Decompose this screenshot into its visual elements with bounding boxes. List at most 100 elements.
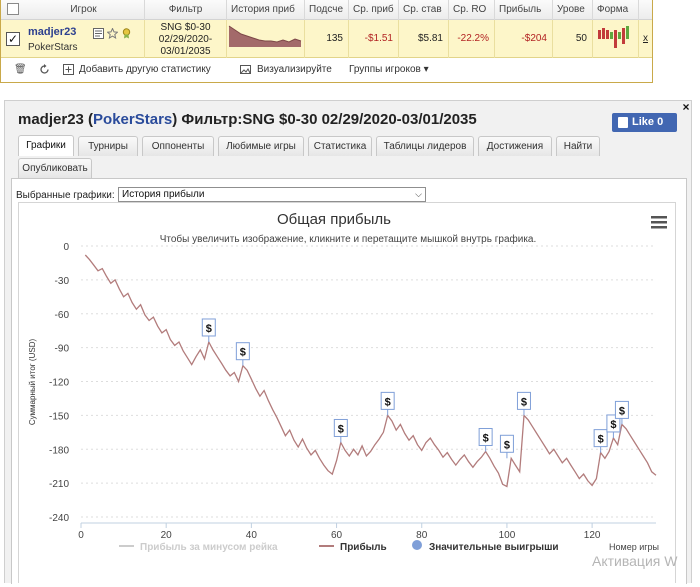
tab-achievements[interactable]: Достижения — [478, 136, 552, 156]
form-bars — [598, 26, 629, 48]
y-tick-label: -30 — [55, 276, 70, 287]
big-win-flag: $ — [235, 342, 250, 366]
x-tick-label: 20 — [161, 530, 173, 541]
x-tick-label: 0 — [78, 530, 84, 541]
title-site-link[interactable]: PokerStars — [93, 111, 172, 128]
y-tick-label: -60 — [55, 310, 70, 321]
avg-stake-value: $5.81 — [399, 20, 449, 58]
level-value: 50 — [553, 20, 593, 58]
y-tick-label: -150 — [49, 411, 69, 422]
count-value: 135 — [305, 20, 349, 58]
big-win-flag: $ — [201, 318, 216, 342]
select-all-checkbox[interactable] — [7, 3, 19, 15]
title-filter: ) Фильтр:SNG $0-30 02/29/2020-03/01/2035 — [172, 111, 477, 128]
player-cell: madjer23 PokerStars — [23, 20, 145, 58]
profit-chart[interactable]: Общая прибыль Чтобы увеличить изображени… — [18, 202, 676, 583]
y-tick-label: -90 — [55, 344, 70, 355]
star-icon[interactable] — [107, 28, 118, 39]
table-toolbar: 🗑 Добавить другую статистику Визуализиру… — [1, 59, 652, 81]
col-form[interactable]: Форма — [593, 0, 639, 20]
tab-statistics[interactable]: Статистика — [308, 136, 372, 156]
visualize-link[interactable]: Визуализируйте — [257, 64, 332, 75]
x-tick-label: 40 — [246, 530, 258, 541]
y-tick-label: 0 — [63, 242, 69, 253]
tab-charts[interactable]: Графики — [18, 135, 74, 156]
col-profit-history[interactable]: История приб — [227, 0, 305, 20]
profit-history-cell — [227, 20, 305, 58]
tab-search[interactable]: Найти — [556, 136, 600, 156]
big-win-flag-label: $ — [206, 323, 212, 335]
row-checkbox[interactable]: ✓ — [6, 32, 20, 46]
big-win-markers: $$$$$$$$$$ — [201, 318, 629, 459]
col-level[interactable]: Урове — [553, 0, 593, 20]
legend-profit[interactable]: Прибыль — [340, 541, 387, 553]
big-win-flag-label: $ — [598, 434, 604, 446]
chart-menu-icon[interactable] — [651, 216, 667, 229]
filter-line: 02/29/2020- — [158, 34, 213, 45]
legend-bigwins[interactable]: Значительные выигрыши — [429, 542, 559, 553]
chart-select[interactable]: История прибыли ⌵ — [118, 187, 426, 202]
col-count[interactable]: Подсче — [305, 0, 349, 20]
close-icon[interactable]: × — [681, 101, 691, 113]
y-tick-label: -240 — [49, 513, 69, 524]
big-win-flag: $ — [516, 391, 531, 416]
x-tick-label: 100 — [499, 530, 516, 541]
big-win-flag-label: $ — [385, 396, 391, 408]
big-win-flag-label: $ — [483, 433, 489, 445]
chart-svg[interactable]: Общая прибыль Чтобы увеличить изображени… — [19, 203, 677, 584]
axes: 0 -30 -60 -90 -120 -150 -180 -210 -240 0 20 40 60 80 1… — [49, 242, 656, 541]
col-avg-roi[interactable]: Ср. RO — [449, 0, 495, 20]
player-groups-label: Группы игроков — [349, 64, 421, 75]
y-axis-label: Суммарный итог (USD) — [28, 339, 37, 426]
add-stats-icon — [63, 64, 74, 75]
y-tick-label: -120 — [49, 378, 69, 389]
x-tick-label: 120 — [584, 530, 601, 541]
player-name-link[interactable]: madjer23 — [28, 26, 76, 38]
col-avg-stake[interactable]: Ср. став — [399, 0, 449, 20]
remove-row-link[interactable]: x — [639, 20, 652, 58]
tab-opponents[interactable]: Оппоненты — [142, 136, 214, 156]
title-open: ( — [83, 111, 94, 128]
y-tick-label: -210 — [49, 479, 69, 490]
table-header: Игрок Фильтр История приб Подсче Ср. при… — [1, 0, 652, 20]
trash-icon[interactable]: 🗑 — [14, 64, 27, 75]
title-player: madjer23 — [18, 111, 84, 128]
tabs-divider — [11, 178, 687, 179]
refresh-icon[interactable] — [39, 64, 50, 75]
x-axis-label: Номер игры — [609, 542, 659, 552]
chevron-down-icon: ▾ — [423, 64, 429, 75]
tab-favorite-games[interactable]: Любимые игры — [218, 136, 304, 156]
x-tick-label: 80 — [416, 530, 428, 541]
tab-leaderboards[interactable]: Таблицы лидеров — [376, 136, 474, 156]
profit-value: -$204 — [495, 20, 553, 58]
big-win-flag-label: $ — [504, 439, 510, 451]
big-win-flag-label: $ — [240, 347, 246, 359]
legend-rakeless[interactable]: Прибыль за минусом рейка — [140, 541, 278, 553]
table-row[interactable]: ✓ madjer23 PokerStars SNG $0-30 02/29/20… — [1, 20, 652, 58]
col-player[interactable]: Игрок — [23, 0, 145, 20]
col-avg-profit[interactable]: Ср. приб — [349, 0, 399, 20]
chevron-down-icon: ⌵ — [415, 189, 422, 199]
profit-sparkline[interactable] — [227, 20, 305, 58]
facebook-like-button[interactable]: Like 0 — [612, 113, 677, 132]
big-win-flag: $ — [478, 428, 493, 452]
big-win-flag-label: $ — [521, 396, 527, 408]
big-win-flag: $ — [333, 418, 348, 443]
tab-publish[interactable]: Опубликовать — [18, 158, 92, 178]
col-profit[interactable]: Прибыль — [495, 0, 553, 20]
chart-title: Общая прибыль — [277, 211, 391, 228]
panel-title: madjer23 (PokerStars) Фильтр:SNG $0-30 0… — [18, 111, 477, 128]
col-filter[interactable]: Фильтр — [145, 0, 227, 20]
add-stats-link[interactable]: Добавить другую статистику — [79, 64, 211, 75]
grid — [81, 245, 656, 518]
notes-icon[interactable] — [93, 28, 104, 39]
tab-tournaments[interactable]: Турниры — [78, 136, 138, 156]
thumbs-up-icon — [618, 117, 628, 128]
legend-swatch-bigwins — [412, 540, 422, 550]
x-tick-label: 60 — [331, 530, 343, 541]
player-groups-dropdown[interactable]: Группы игроков ▾ — [349, 64, 429, 75]
filter-cell: SNG $0-30 02/29/2020- 03/01/2035 — [145, 20, 227, 58]
image-icon — [240, 65, 251, 74]
filter-line: SNG $0-30 — [160, 22, 211, 33]
y-tick-label: -180 — [49, 445, 69, 456]
